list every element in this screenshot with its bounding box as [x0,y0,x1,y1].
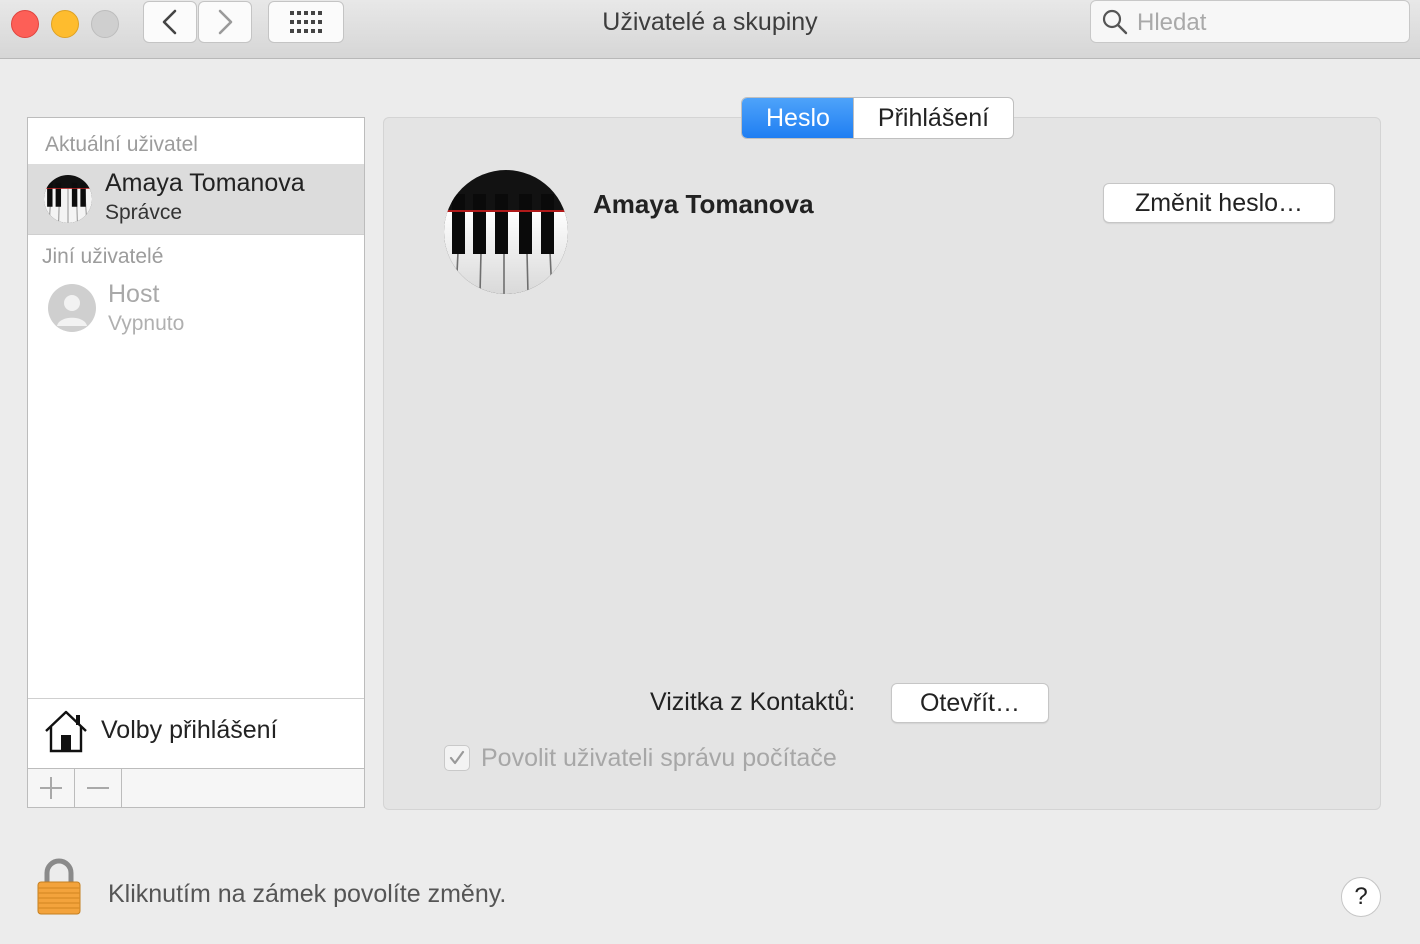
guest-user-status: Vypnuto [108,312,185,335]
user-avatar[interactable] [444,170,568,294]
guest-user-name: Host [108,280,160,308]
lock-button[interactable] [35,858,83,916]
user-row-current[interactable]: Amaya Tomanova Správce [28,164,364,234]
sidebar-toolbar [28,768,364,807]
checkmark-icon [449,750,465,765]
other-users-section-label: Jiní uživatelé [42,245,164,268]
current-user-section-label: Aktuální uživatel [45,133,198,156]
search-icon [1102,9,1128,35]
lock-hint-text: Kliknutím na zámek povolíte změny. [108,880,507,908]
minus-icon [87,787,109,789]
search-input[interactable]: Hledat [1090,0,1410,43]
tab-bar: Heslo Přihlášení [741,97,1015,139]
current-user-role: Správce [105,201,183,224]
tab-login[interactable]: Přihlášení [852,98,1013,138]
house-icon [45,710,87,753]
guest-avatar-icon [48,284,96,332]
user-row-guest[interactable]: Host Vypnuto [28,273,364,343]
piano-keys-icon [444,170,568,294]
search-placeholder: Hledat [1137,9,1207,36]
change-password-button[interactable]: Změnit heslo… [1103,183,1335,223]
title-bar: Uživatelé a skupiny Hledat [0,0,1420,59]
add-user-button[interactable] [28,769,75,807]
user-list-sidebar: Aktuální uživatel Amaya Tomanova Správce [27,117,365,808]
remove-user-button[interactable] [75,769,122,807]
login-options-label: Volby přihlášení [101,716,278,744]
contacts-card-label: Vizitka z Kontaktů: [650,688,856,716]
person-icon [57,295,87,326]
plus-icon [40,777,62,799]
piano-keys-icon [44,175,92,223]
admin-checkbox[interactable] [444,745,470,771]
admin-checkbox-label: Povolit uživateli správu počítače [481,744,837,772]
lock-icon [37,858,81,915]
help-button[interactable]: ? [1341,877,1381,917]
avatar [44,175,92,223]
tab-password[interactable]: Heslo [742,98,853,138]
user-full-name: Amaya Tomanova [593,189,814,219]
current-user-name: Amaya Tomanova [105,169,305,197]
login-options-row[interactable]: Volby přihlášení [28,699,364,768]
divider [28,234,364,235]
open-contacts-button[interactable]: Otevřít… [891,683,1049,723]
